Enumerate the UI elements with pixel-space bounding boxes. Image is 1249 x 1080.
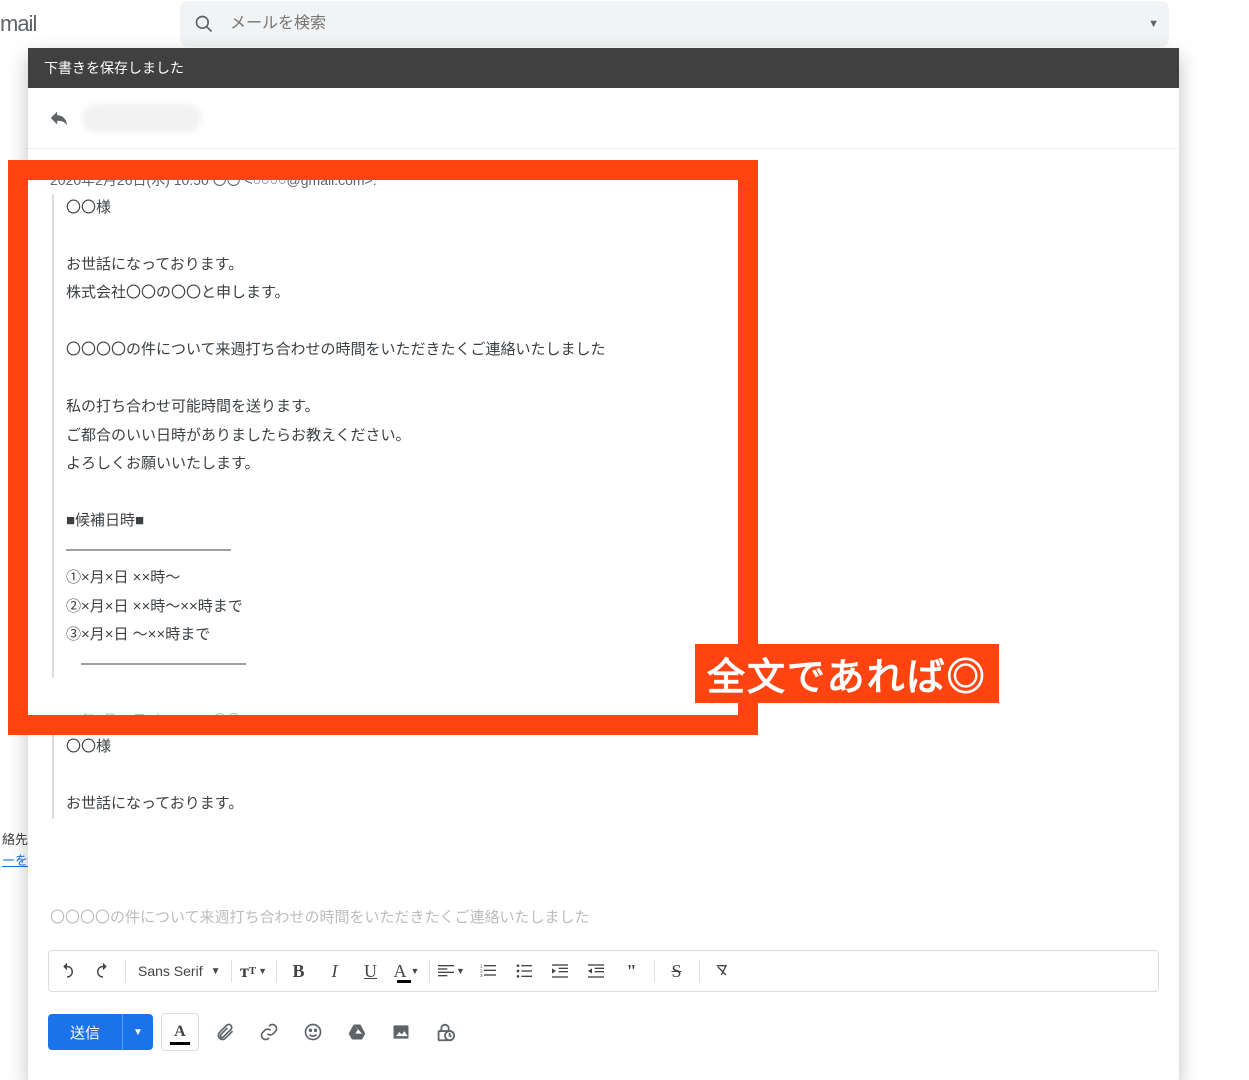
quote-line: お世話になっております。: [66, 790, 1157, 819]
divider: [231, 960, 232, 982]
left-nav-link[interactable]: ーを: [2, 853, 28, 868]
indent-less-button[interactable]: [542, 953, 578, 989]
quote-line: [66, 479, 1157, 508]
confidential-icon[interactable]: [427, 1014, 463, 1050]
quote-line: ご都合のいい日時がありましたらお教えください。: [66, 422, 1157, 451]
quote-line: ■候補日時■: [66, 507, 1157, 536]
send-button[interactable]: 送信 ▼: [48, 1014, 153, 1050]
divider: [276, 960, 277, 982]
quote-line: よろしくお願いいたします。: [66, 450, 1157, 479]
app-header: mail ▼: [0, 0, 1249, 48]
format-toolbar: Sans Serif▼ тT▼ B I U A▼ ▼ 123 " S: [48, 950, 1159, 992]
image-icon[interactable]: [383, 1014, 419, 1050]
divider: [125, 960, 126, 982]
search-icon: [180, 14, 228, 34]
send-row: 送信 ▼ A: [28, 1004, 1179, 1080]
quote-line: [66, 308, 1157, 337]
quote-line: [66, 762, 1157, 791]
bold-button[interactable]: B: [281, 953, 317, 989]
numbered-list-button[interactable]: 123: [470, 953, 506, 989]
annotation-label: 全文であれば◎: [695, 644, 999, 703]
search-input[interactable]: [228, 14, 1119, 34]
recipient-chip[interactable]: [82, 104, 202, 132]
divider: [654, 960, 655, 982]
svg-text:3: 3: [480, 973, 483, 978]
quoted-text-2: 〇〇様 お世話になっております。: [52, 733, 1157, 819]
font-select[interactable]: Sans Serif▼: [130, 963, 227, 979]
quote-header-2: 2020年2月26日(水) 10:50 〇〇 <○○○○@gmail.com>:: [50, 707, 1157, 734]
send-main[interactable]: 送信: [48, 1014, 122, 1050]
quote-line: 〇〇〇〇の件について来週打ち合わせの時間をいただきたくご連絡いたしました: [66, 336, 1157, 365]
strike-button[interactable]: S: [659, 953, 695, 989]
divider: [699, 960, 700, 982]
quote-line: ①×月×日 ××時～: [66, 564, 1157, 593]
font-size-button[interactable]: тT▼: [236, 953, 272, 989]
quote-line: [66, 365, 1157, 394]
truncated-line: 〇〇〇〇の件について来週打ち合わせの時間をいただきたくご連絡いたしました: [50, 904, 1157, 933]
quoted-text: 〇〇様 お世話になっております。株式会社〇〇の〇〇と申します。 〇〇〇〇の件につ…: [52, 194, 1157, 679]
quote-line: 〇〇様: [66, 733, 1157, 762]
attach-icon[interactable]: [207, 1014, 243, 1050]
quote-line: ②×月×日 ××時～××時まで: [66, 593, 1157, 622]
format-toggle-button[interactable]: A: [161, 1013, 199, 1051]
align-button[interactable]: ▼: [434, 953, 470, 989]
email-body[interactable]: 2020年2月26日(水) 10:50 〇〇 <○○○○@gmail.com>:…: [28, 149, 1179, 950]
app-logo: mail: [0, 11, 80, 37]
undo-button[interactable]: [49, 953, 85, 989]
compose-window: 下書きを保存しました 2020年2月26日(水) 10:50 〇〇 <○○○○@…: [28, 48, 1179, 1080]
compose-title-bar: 下書きを保存しました: [28, 48, 1179, 88]
quote-line: ―――――――――――: [66, 536, 1157, 565]
send-more[interactable]: ▼: [122, 1014, 153, 1050]
indent-more-button[interactable]: [578, 953, 614, 989]
underline-button[interactable]: U: [353, 953, 389, 989]
reply-icon: [48, 107, 70, 129]
quote-header: 2020年2月26日(水) 10:50 〇〇 <○○○○@gmail.com>:: [50, 167, 1157, 194]
divider: [429, 960, 430, 982]
redo-button[interactable]: [85, 953, 121, 989]
search-options-caret[interactable]: ▼: [1119, 18, 1169, 30]
italic-button[interactable]: I: [317, 953, 353, 989]
text-color-button[interactable]: A▼: [389, 953, 425, 989]
left-nav-stub: 絡先 ーを: [0, 830, 28, 872]
drive-icon[interactable]: [339, 1014, 375, 1050]
quote-line: [66, 222, 1157, 251]
quote-line: 株式会社〇〇の〇〇と申します。: [66, 279, 1157, 308]
quote-line: 私の打ち合わせ可能時間を送ります。: [66, 393, 1157, 422]
compose-title: 下書きを保存しました: [44, 58, 184, 78]
clear-format-button[interactable]: [704, 953, 740, 989]
bullet-list-button[interactable]: [506, 953, 542, 989]
quote-button[interactable]: ": [614, 953, 650, 989]
quote-line: お世話になっております。: [66, 251, 1157, 280]
quote-line: 〇〇様: [66, 194, 1157, 223]
emoji-icon[interactable]: [295, 1014, 331, 1050]
link-icon[interactable]: [251, 1014, 287, 1050]
search-box[interactable]: ▼: [180, 1, 1169, 47]
recipient-bar[interactable]: [28, 88, 1179, 149]
